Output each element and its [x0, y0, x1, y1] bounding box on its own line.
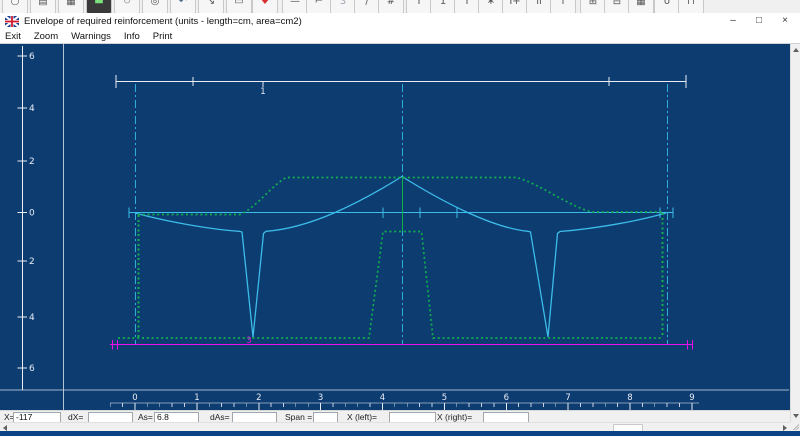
- x-ruler-labels: 3: [318, 393, 323, 403]
- section-icon[interactable]: I: [406, 0, 432, 14]
- y-axis-labels: 4: [29, 313, 35, 323]
- status-label-das: dAs=: [210, 412, 230, 422]
- display-icon[interactable]: ▬: [86, 0, 112, 14]
- line-icon[interactable]: —: [282, 0, 308, 14]
- x-ruler-labels: 8: [627, 393, 632, 403]
- x-ruler-labels: 2: [256, 393, 261, 403]
- x-ruler-labels: 1: [194, 393, 199, 403]
- window-controls: – □ ×: [720, 13, 798, 30]
- y-axis-labels: 2: [29, 257, 35, 267]
- x-ruler-labels: 0: [132, 393, 137, 403]
- x-ruler-labels: 7: [565, 393, 570, 403]
- clock-icon[interactable]: ○: [2, 0, 28, 14]
- x-ruler-labels: 9: [689, 393, 694, 403]
- menu-item-print[interactable]: Print: [149, 30, 182, 43]
- x-ruler-labels: 4: [380, 393, 385, 403]
- titlebar: Envelope of required reinforcement (unit…: [0, 13, 800, 30]
- provided-bottom-envelope: [118, 232, 663, 339]
- x-ruler-labels: 6: [504, 393, 509, 403]
- grid-icon[interactable]: ⊞: [580, 0, 606, 14]
- plot-canvas[interactable]: 6 4 2 0 2 4 6 1 3 0 1 2 3 4 5 6 7 8 9: [0, 44, 790, 410]
- save-icon[interactable]: ▤: [30, 0, 56, 14]
- y-axis-labels: 6: [29, 364, 35, 374]
- spline-icon[interactable]: 3: [330, 0, 356, 14]
- menu-item-exit[interactable]: Exit: [1, 30, 30, 43]
- pen-icon[interactable]: ∕: [354, 0, 380, 14]
- column-icon[interactable]: ⊓: [678, 0, 704, 14]
- clip-icon[interactable]: ∪: [654, 0, 680, 14]
- undo-icon[interactable]: ↶: [170, 0, 196, 14]
- y-axis-labels: 2: [29, 157, 35, 167]
- vertical-scrollbar[interactable]: [790, 44, 800, 422]
- resize-grip-icon[interactable]: [792, 423, 799, 430]
- zoom-icon[interactable]: ◎: [142, 0, 168, 14]
- taskbar-edge: [0, 431, 800, 436]
- section-info-icon[interactable]: il: [526, 0, 552, 14]
- menu-item-warnings[interactable]: Warnings: [67, 30, 120, 43]
- hatch-icon[interactable]: #: [378, 0, 404, 14]
- scrollbar-corner: [790, 422, 800, 431]
- app-icon-flag: [5, 16, 19, 27]
- application-window: ○▤▦▬↻◎↶↘▭♥—⌐3∕#I1I∗I+ili⊞⊟▦∪⊓ Envelope o…: [0, 0, 800, 436]
- x-ruler-labels: 5: [442, 393, 447, 403]
- y-axis-labels: 6: [29, 52, 35, 62]
- y-axis-labels: 4: [29, 104, 35, 114]
- section-one-icon[interactable]: 1: [430, 0, 456, 14]
- refresh-icon[interactable]: ↻: [114, 0, 140, 14]
- status-label-span: Span =: [285, 412, 312, 422]
- favorites-icon[interactable]: ♥: [252, 0, 278, 14]
- status-label-as: As=: [138, 412, 153, 422]
- scroll-up-icon[interactable]: [793, 48, 799, 52]
- table-icon[interactable]: ▦: [628, 0, 654, 14]
- scroll-down-icon[interactable]: [793, 414, 799, 418]
- status-label-x-left: X (left)=: [347, 412, 377, 422]
- menubar: ExitZoomWarningsInfoPrint: [0, 30, 800, 44]
- provided-top-envelope: [138, 178, 662, 215]
- horizontal-scrollbar[interactable]: [0, 422, 790, 431]
- status-label-dx: dX=: [68, 412, 83, 422]
- minimize-button[interactable]: –: [720, 13, 746, 30]
- ruler-icon[interactable]: ▭: [226, 0, 252, 14]
- add-section-icon[interactable]: I+: [502, 0, 528, 14]
- menu-item-info[interactable]: Info: [120, 30, 149, 43]
- section-props-icon[interactable]: I: [454, 0, 480, 14]
- polyline-icon[interactable]: ⌐: [306, 0, 332, 14]
- statusbar: X=-117dX=As=6.8dAs=Span =X (left)=X (rig…: [0, 410, 790, 422]
- menu-item-zoom[interactable]: Zoom: [30, 30, 67, 43]
- resize-icon[interactable]: ↘: [198, 0, 224, 14]
- close-button[interactable]: ×: [772, 13, 798, 30]
- window-title: Envelope of required reinforcement (unit…: [24, 13, 302, 30]
- status-label-x-right: X (right)=: [437, 412, 472, 422]
- y-axis-labels: 0: [29, 209, 35, 219]
- plot-area[interactable]: 6 4 2 0 2 4 6 1 3 0 1 2 3 4 5 6 7 8 9: [0, 44, 790, 410]
- app-toolbar: ○▤▦▬↻◎↶↘▭♥—⌐3∕#I1I∗I+ili⊞⊟▦∪⊓: [0, 0, 800, 14]
- boxed-info-icon[interactable]: i: [550, 0, 576, 14]
- grid-minus-icon[interactable]: ⊟: [604, 0, 630, 14]
- tree-icon[interactable]: ∗: [478, 0, 504, 14]
- export-icon[interactable]: ▦: [58, 0, 84, 14]
- maximize-button[interactable]: □: [746, 13, 772, 30]
- span-number-label: 1: [260, 87, 265, 97]
- base-line-label: 3: [246, 336, 251, 346]
- required-reinforcement-envelope: [135, 177, 666, 338]
